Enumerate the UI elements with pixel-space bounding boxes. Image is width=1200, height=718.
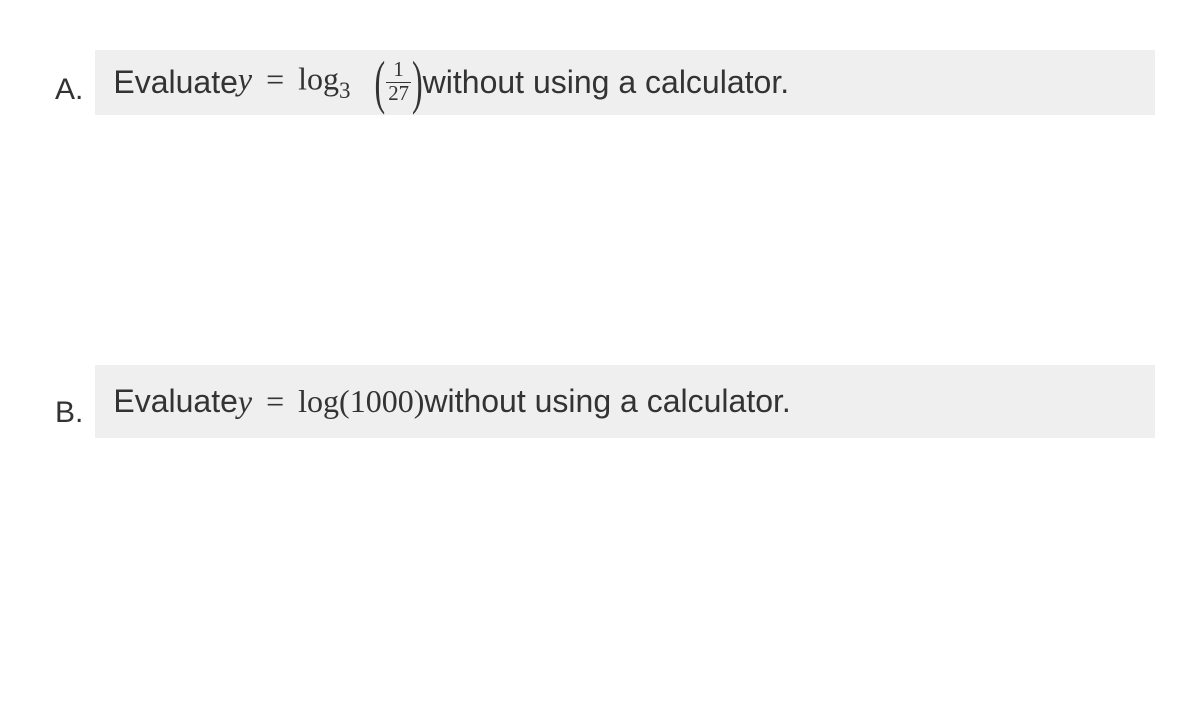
problem-b-box: Evaluate y = log(1000) without using a c… — [95, 365, 1155, 438]
var-y: y — [238, 61, 252, 97]
problem-a-label: A. — [55, 73, 83, 115]
var-y-b: y — [238, 383, 252, 419]
problem-a-suffix: without using a calculator. — [423, 64, 789, 101]
problem-b-label: B. — [55, 396, 83, 438]
problem-a-math: y = log3 (127) — [238, 60, 423, 105]
problem-a-prefix: Evaluate — [113, 64, 238, 101]
problem-b-prefix: Evaluate — [113, 383, 238, 420]
equals-sign-b: = — [266, 383, 284, 419]
paren-close: ) — [412, 48, 423, 116]
paren-open: ( — [375, 48, 386, 116]
problem-a: A. Evaluate y = log3 (127) without using… — [55, 50, 1155, 115]
arg-value: 1000 — [350, 383, 414, 419]
fraction-denominator: 27 — [386, 82, 411, 105]
arg-open: ( — [339, 383, 350, 419]
problem-b-math: y = log(1000) — [238, 383, 424, 420]
log-base: 3 — [339, 77, 351, 103]
log-word: log — [298, 61, 339, 97]
equals-sign: = — [266, 61, 284, 97]
arg-close: ) — [414, 383, 425, 419]
problem-b-suffix: without using a calculator. — [424, 383, 790, 420]
problem-b: B. Evaluate y = log(1000) without using … — [55, 365, 1155, 438]
problem-a-box: Evaluate y = log3 (127) without using a … — [95, 50, 1155, 115]
log-word-b: log — [298, 383, 339, 419]
fraction-1-27: 127 — [386, 60, 411, 105]
fraction-numerator: 1 — [391, 60, 405, 82]
